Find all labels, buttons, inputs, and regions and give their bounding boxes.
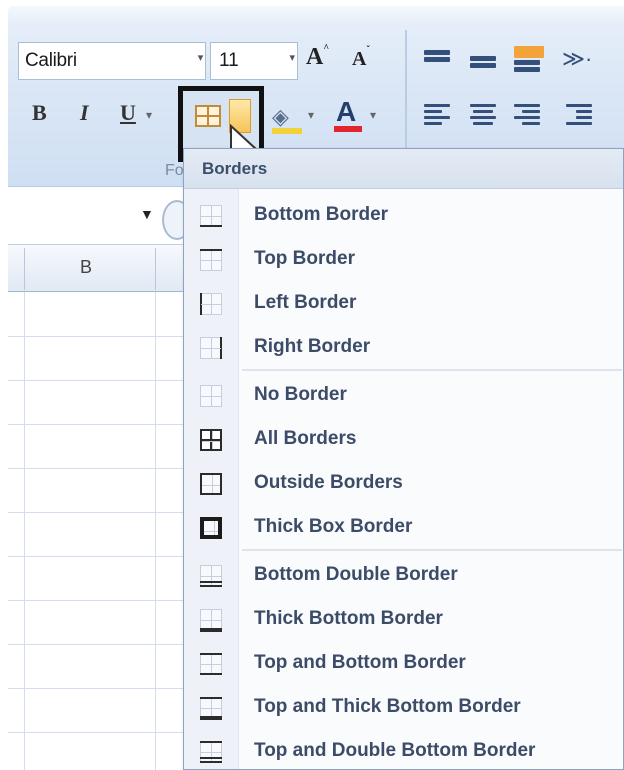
underline-button[interactable]: U [120, 100, 136, 134]
chevron-down-icon[interactable]: ▾ [308, 108, 314, 122]
align-center-icon[interactable] [466, 100, 500, 130]
font-name-combobox[interactable]: Calibri ▾ [18, 42, 206, 80]
bold-button[interactable]: B [32, 100, 47, 134]
menu-item-thick-box-border[interactable]: Thick Box Border [184, 505, 623, 549]
chevron-down-icon[interactable]: ▾ [370, 108, 376, 122]
grid-line [24, 292, 25, 770]
align-bottom-icon[interactable] [510, 46, 544, 76]
menu-item-top-border[interactable]: Top Border [184, 237, 623, 281]
menu-item-label: Thick Box Border [254, 516, 413, 537]
thick-bottom-border-icon [200, 609, 222, 632]
borders-menu-title: Borders [184, 149, 623, 189]
chevron-down-icon[interactable]: ▾ [289, 51, 295, 64]
font-size-value: 11 [219, 50, 239, 71]
menu-item-label: All Borders [254, 428, 357, 449]
all-borders-icon [200, 429, 222, 451]
align-middle-icon[interactable] [466, 46, 500, 76]
top-and-double-bottom-border-icon [200, 741, 222, 763]
orientation-icon[interactable]: ≫· [562, 46, 596, 76]
bottom-double-border-icon [200, 565, 222, 587]
underline-dropdown-arrow[interactable]: ▾ [146, 108, 152, 122]
font-color-button[interactable]: A ▾ [330, 96, 390, 136]
borders-icon [195, 105, 221, 127]
menu-item-top-and-double-bottom-border[interactable]: Top and Double Bottom Border [184, 729, 623, 770]
shrink-font-button[interactable]: Aˇ [352, 45, 390, 82]
grid-line [155, 292, 156, 770]
font-color-swatch [334, 126, 362, 132]
top-and-thick-bottom-border-icon [200, 697, 222, 720]
menu-item-label: Top and Thick Bottom Border [254, 696, 521, 717]
menu-item-bottom-double-border[interactable]: Bottom Double Border [184, 553, 623, 597]
menu-item-left-border[interactable]: Left Border [184, 281, 623, 325]
menu-item-label: No Border [254, 384, 347, 405]
no-border-icon [200, 385, 222, 407]
left-border-icon [200, 293, 222, 315]
top-and-bottom-border-icon [200, 653, 222, 675]
chevron-down-icon[interactable]: ▾ [198, 51, 204, 64]
outside-borders-icon [200, 473, 222, 495]
column-divider[interactable] [24, 248, 25, 290]
menu-item-label: Bottom Double Border [254, 564, 458, 585]
menu-item-top-and-thick-bottom-border[interactable]: Top and Thick Bottom Border [184, 685, 623, 729]
name-box-dropdown-icon[interactable]: ▼ [140, 206, 154, 222]
font-size-combobox[interactable]: 11 ▾ [210, 42, 298, 80]
borders-menu: Borders Bottom Border Top Border Left Bo… [183, 148, 624, 770]
shrink-font-letter: A [352, 48, 367, 70]
font-name-value: Calibri [25, 50, 77, 71]
menu-item-label: Right Border [254, 336, 371, 357]
column-header-b[interactable]: B [80, 257, 92, 278]
menu-item-outside-borders[interactable]: Outside Borders [184, 461, 623, 505]
grow-font-letter: A [306, 44, 324, 70]
font-color-letter: A [336, 96, 357, 127]
align-top-icon[interactable] [420, 46, 454, 76]
menu-separator [242, 369, 622, 371]
fill-color-button[interactable]: ◈ ▾ [270, 100, 320, 134]
menu-item-all-borders[interactable]: All Borders [184, 417, 623, 461]
italic-button[interactable]: I [80, 100, 89, 134]
decrease-indent-icon[interactable] [562, 100, 596, 130]
top-border-icon [200, 249, 222, 271]
menu-item-label: Top and Double Bottom Border [254, 740, 536, 761]
menu-item-bottom-border[interactable]: Bottom Border [184, 193, 623, 237]
menu-separator [242, 549, 622, 551]
paint-bucket-icon: ◈ [272, 104, 289, 129]
right-border-icon [200, 337, 222, 359]
menu-item-label: Bottom Border [254, 204, 389, 225]
menu-item-label: Left Border [254, 292, 357, 313]
ribbon-tab-strip [8, 6, 624, 28]
menu-item-thick-bottom-border[interactable]: Thick Bottom Border [184, 597, 623, 641]
grow-font-button[interactable]: A^ [306, 43, 344, 78]
column-divider[interactable] [155, 248, 156, 290]
fill-color-swatch [272, 128, 302, 134]
menu-item-label: Top and Bottom Border [254, 652, 466, 673]
bottom-border-icon [200, 205, 222, 227]
menu-item-label: Top Border [254, 248, 355, 269]
menu-item-no-border[interactable]: No Border [184, 373, 623, 417]
font-group-label: Fo [165, 162, 184, 179]
align-left-icon[interactable] [420, 100, 454, 130]
thick-box-border-icon [200, 517, 222, 539]
menu-item-label: Thick Bottom Border [254, 608, 443, 629]
menu-item-right-border[interactable]: Right Border [184, 325, 623, 369]
menu-item-top-and-bottom-border[interactable]: Top and Bottom Border [184, 641, 623, 685]
align-right-icon[interactable] [510, 100, 544, 130]
menu-item-label: Outside Borders [254, 472, 403, 493]
